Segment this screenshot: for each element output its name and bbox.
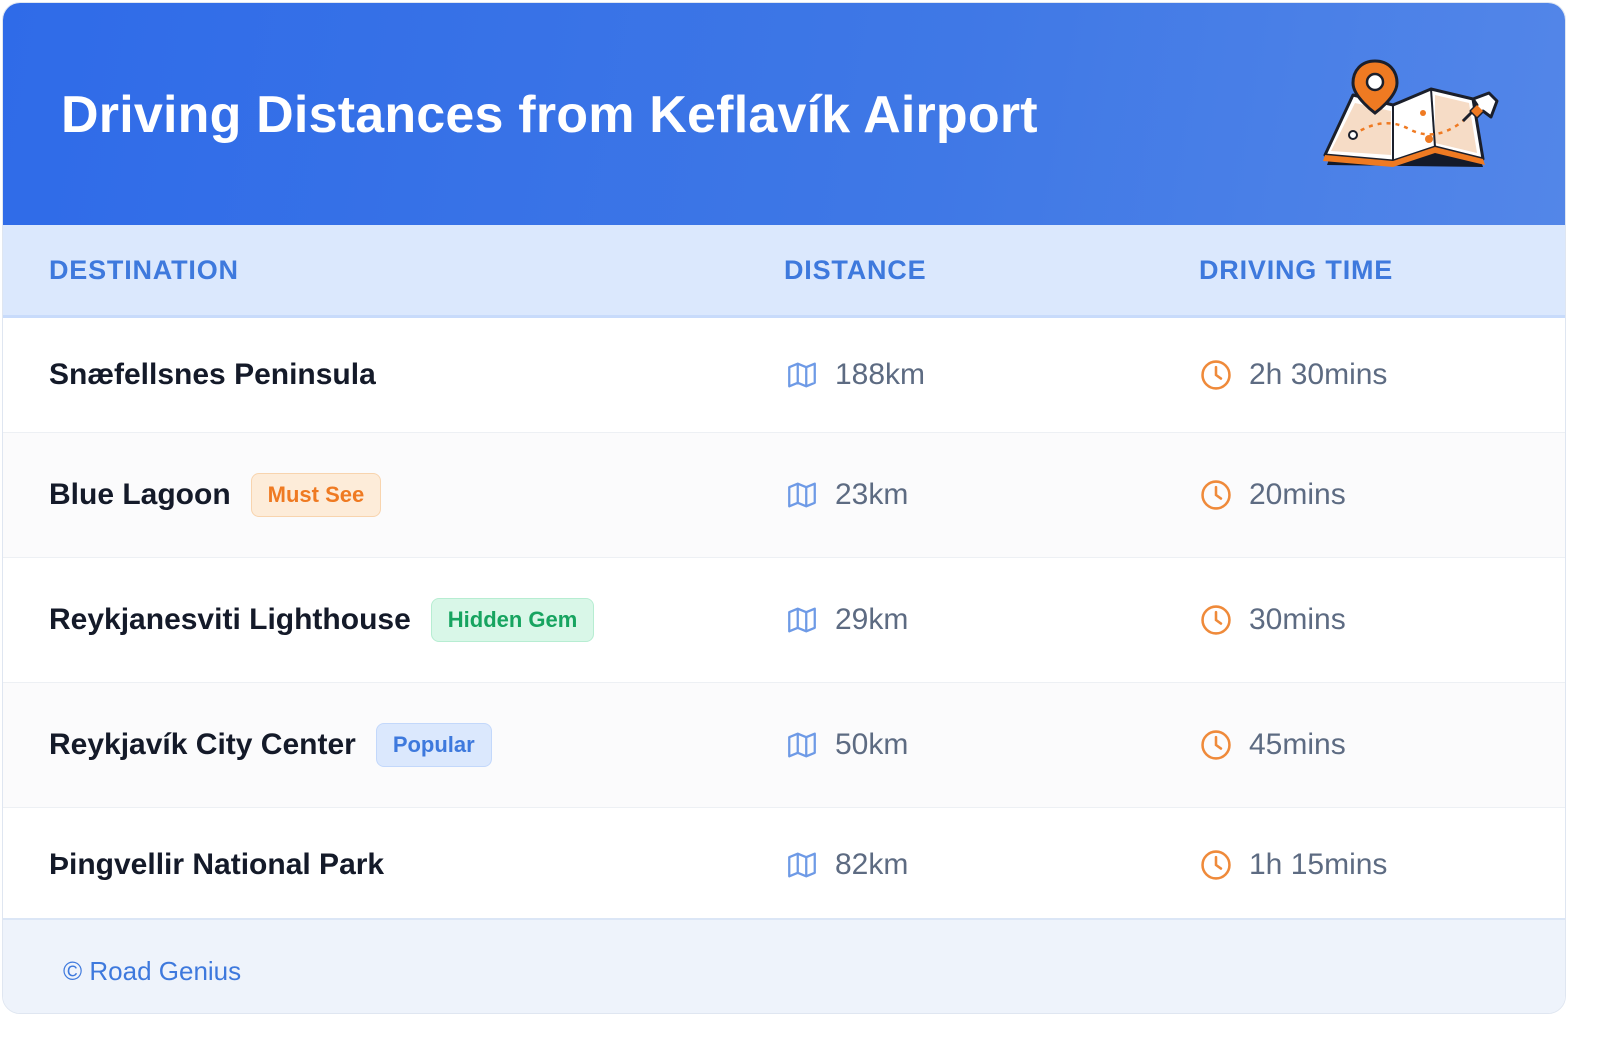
driving-time-cell: 45mins (1199, 683, 1346, 807)
footer-credit: © Road Genius (63, 956, 242, 986)
destination-cell: Reykjavík City Center Popular (49, 683, 492, 807)
map-icon (788, 852, 816, 878)
destination-name: Blue Lagoon (49, 478, 231, 511)
distance-cell: 188km (785, 318, 925, 432)
distance-value: 82km (835, 848, 909, 881)
table-row: Þingvellir National Park 82km 1h 15mins (3, 808, 1565, 922)
driving-time-value: 20mins (1249, 478, 1346, 511)
map-icon (788, 482, 816, 508)
map-with-pins-icon (1323, 59, 1499, 167)
distance-value: 29km (835, 603, 909, 636)
destination-cell: Blue Lagoon Must See (49, 433, 382, 557)
destination-badge: Popular (375, 723, 492, 767)
map-icon (788, 362, 816, 388)
page-title: Driving Distances from Keflavík Airport (61, 86, 1038, 144)
card-footer: © Road Genius (3, 918, 1565, 1013)
table-row: Snæfellsnes Peninsula 188km 2h 30mins (3, 318, 1565, 433)
table-row: Reykjanesviti Lighthouse Hidden Gem 29km… (3, 558, 1565, 683)
driving-time-value: 2h 30mins (1249, 358, 1388, 391)
distance-cell: 50km (785, 683, 908, 807)
column-header-driving-time[interactable]: DRIVING TIME (1199, 255, 1393, 286)
distance-value: 23km (835, 478, 909, 511)
column-header-destination[interactable]: DESTINATION (49, 255, 239, 286)
clock-icon (1201, 360, 1231, 390)
card-header: Driving Distances from Keflavík Airport (3, 3, 1565, 225)
table-row: Reykjavík City Center Popular 50km 45min… (3, 683, 1565, 808)
column-header-distance[interactable]: DISTANCE (784, 255, 926, 286)
distance-table-card: Driving Distances from Keflavík Airport (2, 2, 1566, 1014)
destination-cell: Þingvellir National Park (49, 808, 384, 922)
distance-cell: 23km (785, 433, 908, 557)
map-icon (788, 732, 816, 758)
table-body: Snæfellsnes Peninsula 188km 2h 30mins Bl… (3, 318, 1565, 922)
driving-time-cell: 2h 30mins (1199, 318, 1387, 432)
table-row: Blue Lagoon Must See 23km 20mins (3, 433, 1565, 558)
distance-cell: 29km (785, 558, 908, 682)
destination-cell: Reykjanesviti Lighthouse Hidden Gem (49, 558, 595, 682)
driving-time-value: 1h 15mins (1249, 848, 1388, 881)
driving-time-cell: 20mins (1199, 433, 1346, 557)
destination-badge: Hidden Gem (430, 598, 595, 642)
clock-icon (1201, 605, 1231, 635)
destination-badge: Must See (250, 473, 382, 517)
distance-value: 188km (835, 358, 926, 391)
destination-name: Þingvellir National Park (49, 848, 385, 881)
clock-icon (1201, 850, 1231, 880)
destination-cell: Snæfellsnes Peninsula (49, 318, 376, 432)
clock-icon (1201, 480, 1231, 510)
distance-cell: 82km (785, 808, 908, 922)
destination-name: Reykjavík City Center (49, 728, 356, 761)
table-header: DESTINATION DISTANCE DRIVING TIME (3, 225, 1565, 318)
driving-time-cell: 30mins (1199, 558, 1346, 682)
destination-name: Reykjanesviti Lighthouse (49, 603, 411, 636)
driving-time-cell: 1h 15mins (1199, 808, 1387, 922)
map-icon (788, 607, 816, 633)
destination-name: Snæfellsnes Peninsula (49, 358, 376, 391)
clock-icon (1201, 730, 1231, 760)
distance-value: 50km (835, 728, 909, 761)
driving-time-value: 30mins (1249, 603, 1346, 636)
driving-time-value: 45mins (1249, 728, 1346, 761)
